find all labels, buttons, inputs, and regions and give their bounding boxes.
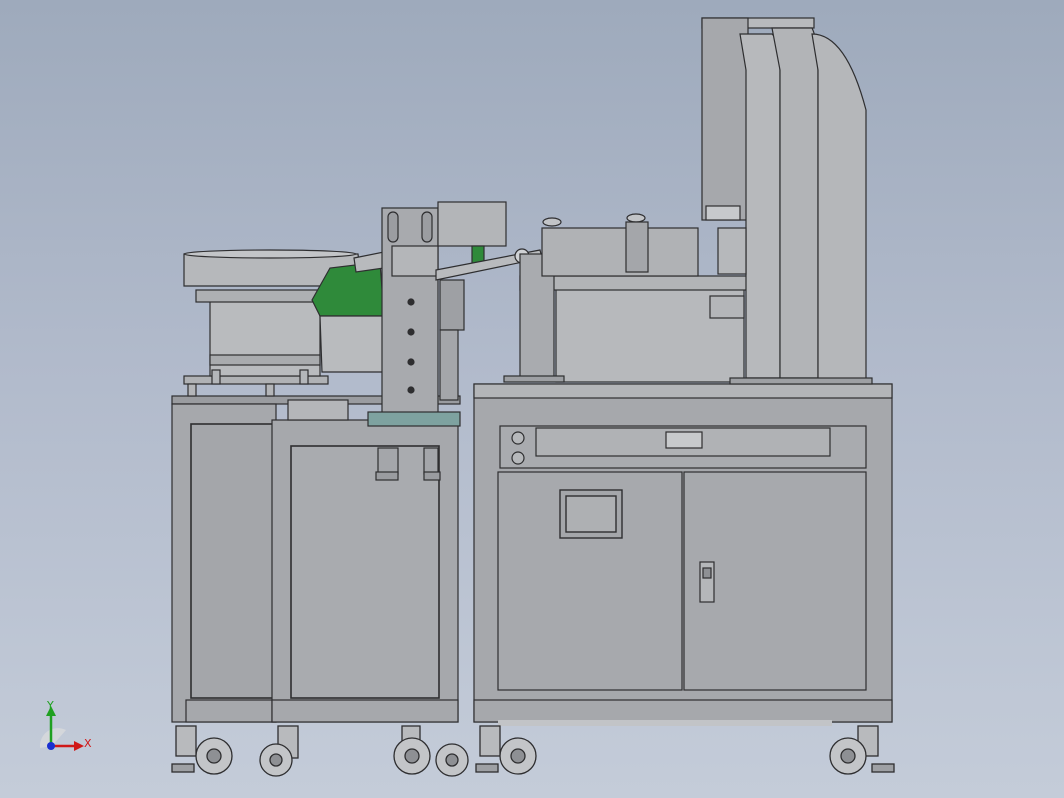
cad-viewport[interactable]: Y X bbox=[0, 0, 1064, 798]
caster-wheel-icon bbox=[259, 725, 299, 777]
caster-wheels bbox=[171, 725, 895, 777]
coordinate-triad-icon bbox=[39, 706, 84, 751]
assembly-turntable bbox=[503, 213, 755, 383]
triad-x-label: X bbox=[84, 737, 92, 750]
start-button[interactable] bbox=[511, 431, 525, 445]
triad-y-label: Y bbox=[46, 699, 54, 712]
stop-button[interactable] bbox=[511, 451, 525, 465]
machine-model[interactable]: Y X bbox=[0, 0, 1064, 798]
caster-wheel-icon bbox=[393, 725, 469, 777]
vibratory-bowl-feeder bbox=[183, 249, 385, 397]
door-lock-icon[interactable] bbox=[699, 561, 715, 603]
caster-wheel-icon bbox=[171, 725, 233, 775]
left-feeder-cabinet bbox=[171, 395, 461, 723]
caster-wheel-icon bbox=[829, 725, 895, 775]
caster-wheel-icon bbox=[475, 725, 537, 775]
hmi-touchscreen[interactable] bbox=[559, 489, 623, 539]
main-cabinet bbox=[473, 383, 893, 726]
